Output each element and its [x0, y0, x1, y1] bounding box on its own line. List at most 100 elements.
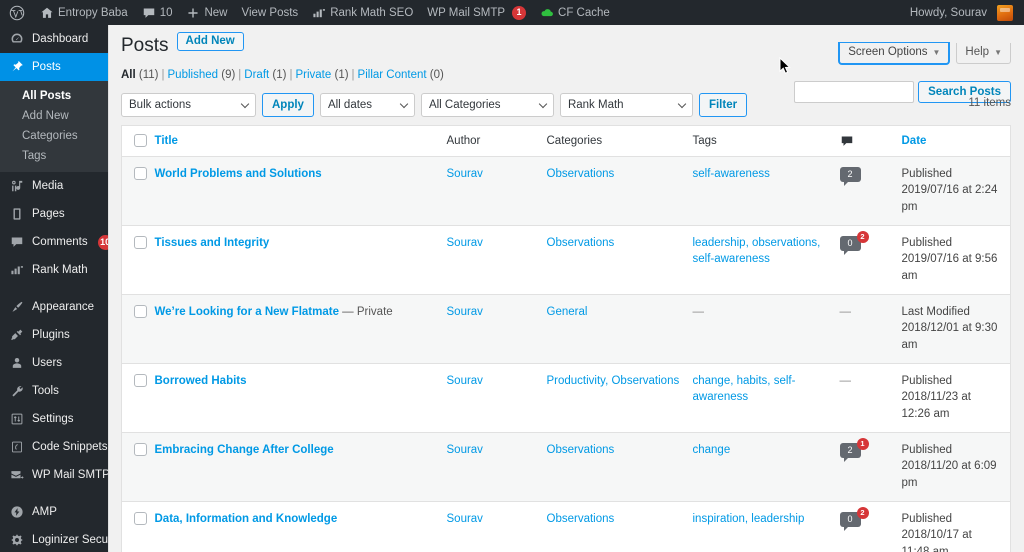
- sidebar-item-plugins[interactable]: Plugins: [0, 321, 108, 349]
- site-name-menu[interactable]: Entropy Baba: [33, 0, 135, 25]
- author-link[interactable]: Sourav: [447, 168, 483, 180]
- category-link[interactable]: Observations: [547, 513, 615, 525]
- sidebar-item-users[interactable]: Users: [0, 349, 108, 377]
- row-select-cell: [121, 224, 155, 295]
- sidebar-item-posts[interactable]: Posts: [0, 53, 108, 81]
- sidebar-item-all-posts[interactable]: All Posts: [0, 86, 108, 106]
- tag-link[interactable]: change: [693, 444, 731, 456]
- sidebar-item-rank-math[interactable]: Rank Math: [0, 256, 108, 284]
- post-date-value: 2018/12/01 at 9:30 am: [901, 322, 998, 352]
- tag-link[interactable]: self-awareness: [693, 168, 770, 180]
- adminbar-my-account[interactable]: Howdy, Sourav: [903, 0, 1020, 25]
- category-filter-select[interactable]: All Categories: [420, 92, 554, 117]
- sidebar-item-amp[interactable]: AMP: [0, 498, 108, 526]
- author-link[interactable]: Sourav: [447, 513, 483, 525]
- category-link[interactable]: Observations: [547, 237, 615, 249]
- tag-link[interactable]: change, habits, self-awareness: [693, 375, 796, 404]
- author-link[interactable]: Sourav: [447, 306, 483, 318]
- post-title-link[interactable]: Tissues and Integrity: [155, 237, 270, 249]
- post-title-link[interactable]: We’re Looking for a New Flatmate: [155, 306, 339, 318]
- comment-count-bubble[interactable]: 21: [839, 437, 869, 462]
- adminbar-new[interactable]: New: [179, 0, 234, 25]
- lightning-icon: [9, 505, 25, 519]
- sidebar-item-categories[interactable]: Categories: [0, 126, 108, 146]
- table-row[interactable]: Embracing Change After College Sourav Ob…: [121, 431, 1011, 502]
- category-link[interactable]: Observations: [547, 444, 615, 456]
- post-title-link[interactable]: Data, Information and Knowledge: [155, 513, 338, 525]
- apply-button[interactable]: Apply: [262, 92, 314, 117]
- add-new-button[interactable]: Add New: [176, 31, 244, 51]
- view-count-draft: (1): [272, 68, 287, 81]
- author-link[interactable]: Sourav: [447, 375, 483, 387]
- screen-options-button[interactable]: Screen Options ▼: [839, 43, 950, 64]
- sidebar-item-comments[interactable]: Comments 10: [0, 228, 108, 256]
- row-tags-cell: self-awareness: [693, 156, 840, 225]
- bulk-actions-select[interactable]: Bulk actions: [121, 92, 256, 117]
- envelope-icon: [9, 468, 25, 482]
- author-link[interactable]: Sourav: [447, 444, 483, 456]
- view-link-draft-label[interactable]: Draft: [244, 69, 269, 81]
- select-all-checkbox[interactable]: [134, 134, 147, 148]
- sidebar-item-dashboard[interactable]: Dashboard: [0, 25, 108, 53]
- table-row[interactable]: Borrowed Habits Sourav Productivity, Obs…: [121, 362, 1011, 433]
- rank-math-filter-select[interactable]: Rank Math: [559, 92, 693, 117]
- sidebar-item-media[interactable]: Media: [0, 172, 108, 200]
- post-title-link[interactable]: Borrowed Habits: [155, 375, 247, 387]
- adminbar-cf-cache[interactable]: CF Cache: [533, 0, 617, 25]
- comment-count-bubble[interactable]: 02: [839, 506, 869, 531]
- filter-button[interactable]: Filter: [698, 92, 748, 117]
- sidebar-item-code-snippets[interactable]: Code Snippets: [0, 433, 108, 461]
- comment-count-bubble[interactable]: 02: [839, 230, 869, 255]
- adminbar-new-label: New: [204, 6, 228, 19]
- adminbar-wp-mail-smtp[interactable]: WP Mail SMTP 1: [420, 0, 533, 25]
- sidebar-item-add-new[interactable]: Add New: [0, 106, 108, 126]
- table-row[interactable]: World Problems and Solutions Sourav Obse…: [121, 156, 1011, 226]
- row-checkbox[interactable]: [134, 443, 147, 457]
- tag-link[interactable]: leadership, observations, self-awareness: [693, 237, 821, 266]
- sidebar-item-appearance[interactable]: Appearance: [0, 293, 108, 321]
- view-link-pillar-content-label[interactable]: Pillar Content: [358, 69, 427, 81]
- author-link[interactable]: Sourav: [447, 237, 483, 249]
- table-row[interactable]: Tissues and Integrity Sourav Observation…: [121, 224, 1011, 295]
- table-row[interactable]: Data, Information and Knowledge Sourav O…: [121, 500, 1011, 552]
- column-header-date: Date: [901, 125, 1011, 157]
- tag-link[interactable]: inspiration, leadership: [693, 513, 805, 525]
- row-checkbox[interactable]: [134, 512, 147, 526]
- sidebar-item-settings[interactable]: Settings: [0, 405, 108, 433]
- post-title-link[interactable]: World Problems and Solutions: [155, 168, 322, 180]
- comment-bubble-icon: [142, 6, 156, 20]
- post-title-link[interactable]: Embracing Change After College: [155, 444, 334, 456]
- adminbar-view-posts[interactable]: View Posts: [235, 0, 306, 25]
- sidebar-item-tools[interactable]: Tools: [0, 377, 108, 405]
- date-filter-select[interactable]: All dates: [319, 92, 415, 117]
- row-checkbox[interactable]: [134, 167, 147, 181]
- adminbar-comments[interactable]: 10: [135, 0, 180, 25]
- row-checkbox[interactable]: [134, 236, 147, 250]
- category-link[interactable]: Productivity, Observations: [547, 375, 680, 387]
- comment-count-bubble[interactable]: 2: [839, 166, 861, 186]
- sidebar-item-pages[interactable]: Pages: [0, 200, 108, 228]
- view-link-published-label[interactable]: Published: [168, 69, 219, 81]
- row-checkbox[interactable]: [134, 305, 147, 319]
- sort-by-title-link[interactable]: Title: [155, 135, 178, 147]
- table-row[interactable]: We’re Looking for a New Flatmate — Priva…: [121, 293, 1011, 364]
- adminbar-rank-math[interactable]: Rank Math SEO: [305, 0, 420, 25]
- view-link-private-label[interactable]: Private: [295, 69, 331, 81]
- column-header-tags: Tags: [692, 125, 840, 157]
- separator: |: [351, 68, 355, 81]
- sidebar-item-loginizer-security[interactable]: Loginizer Security: [0, 526, 108, 552]
- sidebar-item-wp-mail-smtp[interactable]: WP Mail SMTP: [0, 461, 108, 489]
- sidebar-item-tags[interactable]: Tags: [0, 146, 108, 166]
- category-link[interactable]: General: [547, 306, 588, 318]
- category-link[interactable]: Observations: [547, 168, 615, 180]
- row-comments-cell: 02: [839, 224, 902, 295]
- column-header-author: Author: [446, 125, 547, 157]
- help-button[interactable]: Help ▼: [956, 43, 1011, 64]
- view-link-all-label[interactable]: All: [121, 69, 136, 81]
- row-categories-cell: Observations: [546, 431, 693, 502]
- sidebar-item-label: WP Mail SMTP: [32, 469, 108, 481]
- row-checkbox[interactable]: [134, 374, 147, 388]
- comments-count-badge: 10: [97, 234, 108, 250]
- wordpress-logo-icon[interactable]: [0, 0, 33, 25]
- sort-by-date-link[interactable]: Date: [902, 135, 927, 147]
